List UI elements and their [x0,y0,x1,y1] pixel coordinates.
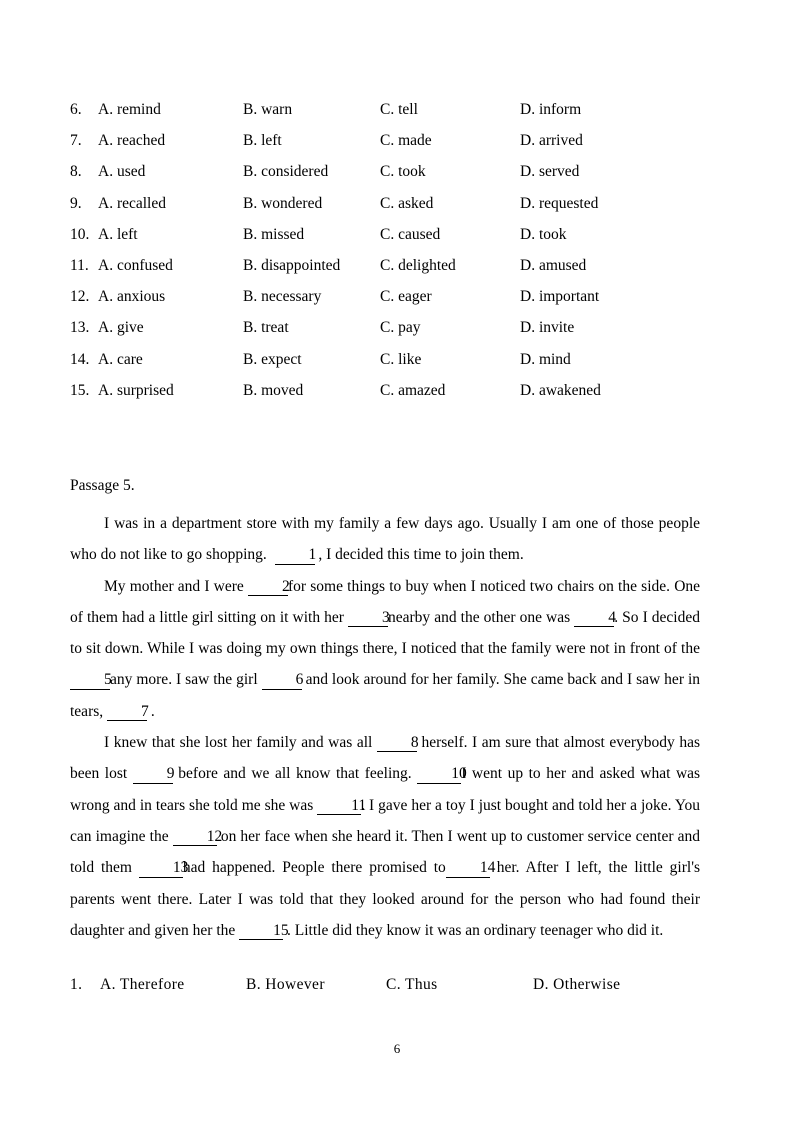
option-choice-b[interactable]: B. treat [243,319,380,337]
option-choice-c[interactable]: C. delighted [380,257,520,275]
passage-body: I was in a department store with my fami… [70,508,700,946]
passage-paragraph-1: I was in a department store with my fami… [70,508,700,571]
option-choice-b[interactable]: B. expect [243,351,380,369]
paragraph3-text-1: I knew that she lost her family and was … [104,734,373,752]
option-choice-c[interactable]: C. Thus [386,976,533,994]
question-number: 13. [70,319,90,337]
answer-blank-2[interactable]: 2 [248,578,290,596]
option-choice-a[interactable]: A. confused [98,257,243,275]
option-choice-d[interactable]: D. requested [520,195,598,213]
option-choice-c[interactable]: C. pay [380,319,520,337]
option-row: 12. A. anxious B. necessary C. eager D. … [70,288,710,319]
option-choice-a[interactable]: A. anxious [98,288,243,306]
passage-title: Passage 5. [70,477,135,494]
question-number: 14. [70,350,90,368]
option-choice-d[interactable]: D. awakened [520,382,601,400]
answer-blank-9[interactable]: 9 [132,766,175,784]
option-choice-a[interactable]: A. used [98,163,243,181]
answer-blank-15[interactable]: 15 [239,922,289,941]
option-choice-b[interactable]: B. missed [243,226,380,244]
document-page: 6. A. remind B. warn C. tell D. inform 7… [0,0,794,1123]
option-choice-a[interactable]: A. give [98,319,243,337]
answer-blank-13[interactable]: 13 [138,860,188,878]
question-number: 10. [70,225,90,243]
question-number: 7. [70,132,82,150]
option-row: 11. A. confused B. disappointed C. delig… [70,257,710,288]
answer-blank-12[interactable]: 12 [172,828,222,847]
option-row: 14. A. care B. expect C. like D. mind [70,351,710,382]
question-number: 12. [70,288,90,306]
question-number: 9. [70,194,82,212]
multiple-choice-options-list: 6. A. remind B. warn C. tell D. inform 7… [70,101,710,413]
option-row: 13. A. give B. treat C. pay D. invite [70,319,710,350]
answer-blank-3[interactable]: 3 [348,609,390,628]
paragraph2-text-1: My mother and I were [104,577,244,595]
option-choice-d[interactable]: D. invite [520,319,574,337]
answer-blank-11[interactable]: 11 [317,797,366,815]
option-choice-b[interactable]: B. necessary [243,288,380,306]
question-number: 11. [70,256,89,274]
answer-blank-7[interactable]: 7 [107,703,149,722]
option-choice-a[interactable]: A. Therefore [100,976,246,994]
answer-blank-10[interactable]: 10 [417,766,467,784]
answer-blank-4[interactable]: 4 [574,609,616,628]
option-choice-d[interactable]: D. mind [520,351,571,369]
paragraph2-text-5: any more. I saw the girl [110,671,258,689]
paragraph3-text-3: before and we all know that feeling. [178,765,412,783]
option-choice-c[interactable]: C. eager [380,288,520,306]
option-row: 10. A. left B. missed C. caused D. took [70,226,710,257]
option-choice-c[interactable]: C. amazed [380,382,520,400]
paragraph2-text-7: . [150,702,155,720]
option-choice-d[interactable]: D. inform [520,101,581,119]
question-1-option-row: 1. A. Therefore B. However C. Thus D. Ot… [70,976,710,994]
option-choice-c[interactable]: C. took [380,163,520,181]
option-choice-b[interactable]: B. moved [243,382,380,400]
passage-paragraph-2: My mother and I were 2for some things to… [70,571,700,727]
answer-blank-14[interactable]: 14 [445,860,495,878]
option-choice-c[interactable]: C. tell [380,101,520,119]
option-choice-a[interactable]: A. remind [98,101,243,119]
option-choice-c[interactable]: C. like [380,351,520,369]
option-choice-d[interactable]: D. Otherwise [533,976,620,994]
answer-blank-1[interactable]: 1 [274,547,316,565]
paragraph3-text-9: . Little did they know it was an ordinar… [287,921,664,939]
option-choice-b[interactable]: B. left [243,132,380,150]
answer-blank-6[interactable]: 6 [261,672,303,690]
paragraph1-text-2: , I decided this time to join them. [318,546,524,564]
option-choice-a[interactable]: A. reached [98,132,243,150]
option-row: 8. A. used B. considered C. took D. serv… [70,163,710,194]
passage-paragraph-3: I knew that she lost her family and was … [70,727,700,946]
option-row: 6. A. remind B. warn C. tell D. inform [70,101,710,132]
answer-blank-5[interactable]: 5 [70,672,112,690]
option-choice-b[interactable]: B. However [246,976,386,994]
page-number: 6 [393,1041,401,1056]
option-choice-b[interactable]: B. warn [243,101,380,119]
option-choice-d[interactable]: D. served [520,163,579,181]
question-number: 1. [70,976,83,993]
paragraph3-text-7: had happened. People there promised to [182,859,446,877]
question-number: 6. [70,101,82,118]
answer-blank-8[interactable]: 8 [376,734,419,753]
option-row: 15. A. surprised B. moved C. amazed D. a… [70,382,710,413]
option-choice-d[interactable]: D. amused [520,257,586,275]
question-number: 8. [70,163,82,181]
paragraph2-text-3: nearby and the other one was [388,608,571,626]
question-number: 15. [70,381,90,399]
option-row: 9. A. recalled B. wondered C. asked D. r… [70,195,710,226]
option-choice-d[interactable]: D. took [520,226,567,244]
option-choice-a[interactable]: A. recalled [98,195,243,213]
option-choice-c[interactable]: C. caused [380,226,520,244]
option-choice-c[interactable]: C. asked [380,195,520,213]
option-row: 7. A. reached B. left C. made D. arrived [70,132,710,163]
option-choice-d[interactable]: D. important [520,288,599,306]
option-choice-b[interactable]: B. wondered [243,195,380,213]
option-choice-c[interactable]: C. made [380,132,520,150]
option-choice-a[interactable]: A. left [98,226,243,244]
option-choice-a[interactable]: A. care [98,351,243,369]
option-choice-a[interactable]: A. surprised [98,382,243,400]
option-choice-b[interactable]: B. considered [243,163,380,181]
option-choice-b[interactable]: B. disappointed [243,257,380,275]
option-choice-d[interactable]: D. arrived [520,132,583,150]
